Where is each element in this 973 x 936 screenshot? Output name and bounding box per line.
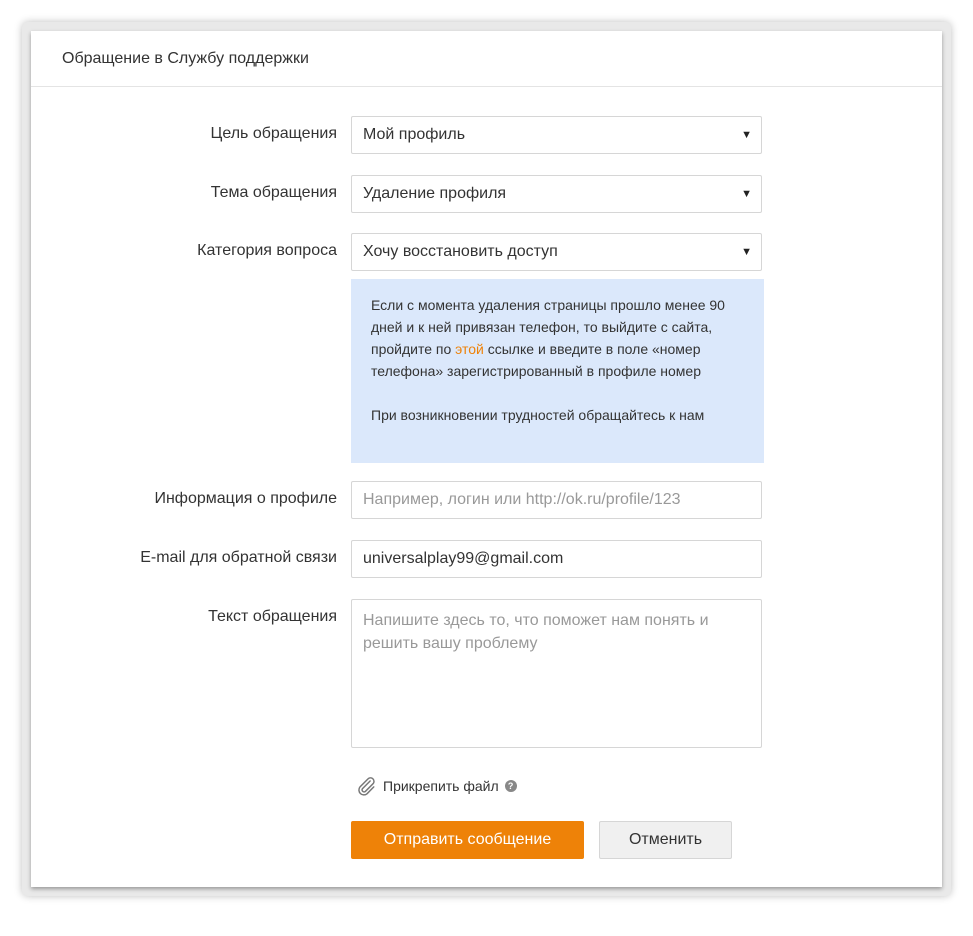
category-label: Категория вопроса — [197, 242, 337, 259]
email-field[interactable]: universalplay99@gmail.com — [351, 540, 762, 578]
chevron-down-icon: ▼ — [741, 129, 752, 141]
paperclip-icon — [358, 777, 375, 796]
message-label: Текст обращения — [208, 608, 337, 625]
purpose-select[interactable]: Мой профиль ▼ — [351, 116, 762, 154]
info-text: Если с момента удаления страницы прошло … — [371, 294, 744, 382]
dialog-header: Обращение в Службу поддержки — [31, 31, 942, 87]
chevron-down-icon: ▼ — [741, 188, 752, 200]
submit-button[interactable]: Отправить сообщение — [351, 821, 584, 859]
profile-info-placeholder: Например, логин или http://ok.ru/profile… — [363, 491, 681, 508]
topic-label: Тема обращения — [210, 184, 337, 201]
help-icon[interactable]: ? — [504, 780, 517, 792]
category-value: Хочу восстановить доступ — [363, 243, 558, 260]
email-value: universalplay99@gmail.com — [363, 550, 564, 567]
purpose-label: Цель обращения — [210, 125, 338, 142]
info-box: Если с момента удаления страницы прошло … — [351, 279, 764, 463]
chevron-down-icon: ▼ — [741, 246, 752, 258]
support-dialog: Обращение в Службу поддержки Цель обраще… — [31, 31, 942, 887]
topic-value: Удаление профиля — [363, 185, 507, 202]
purpose-value: Мой профиль — [363, 126, 466, 143]
attach-file-label: Прикрепить файл — [383, 778, 499, 794]
category-select[interactable]: Хочу восстановить доступ ▼ — [351, 233, 762, 271]
info-note: При возникновении трудностей обращайтесь… — [371, 407, 705, 423]
cancel-button[interactable]: Отменить — [599, 821, 732, 859]
message-placeholder: Напишите здесь то, что поможет нам понят… — [363, 612, 709, 652]
profile-info-input[interactable]: Например, логин или http://ok.ru/profile… — [351, 481, 762, 519]
email-label: E-mail для обратной связи — [140, 549, 337, 566]
attach-file[interactable]: Прикрепить файл ? — [355, 775, 517, 797]
profile-info-label: Информация о профиле — [154, 490, 337, 507]
topic-select[interactable]: Удаление профиля ▼ — [351, 175, 762, 213]
message-textarea[interactable]: Напишите здесь то, что поможет нам понят… — [351, 599, 762, 748]
restore-link[interactable]: этой — [455, 341, 484, 357]
dialog-title: Обращение в Службу поддержки — [62, 49, 309, 67]
